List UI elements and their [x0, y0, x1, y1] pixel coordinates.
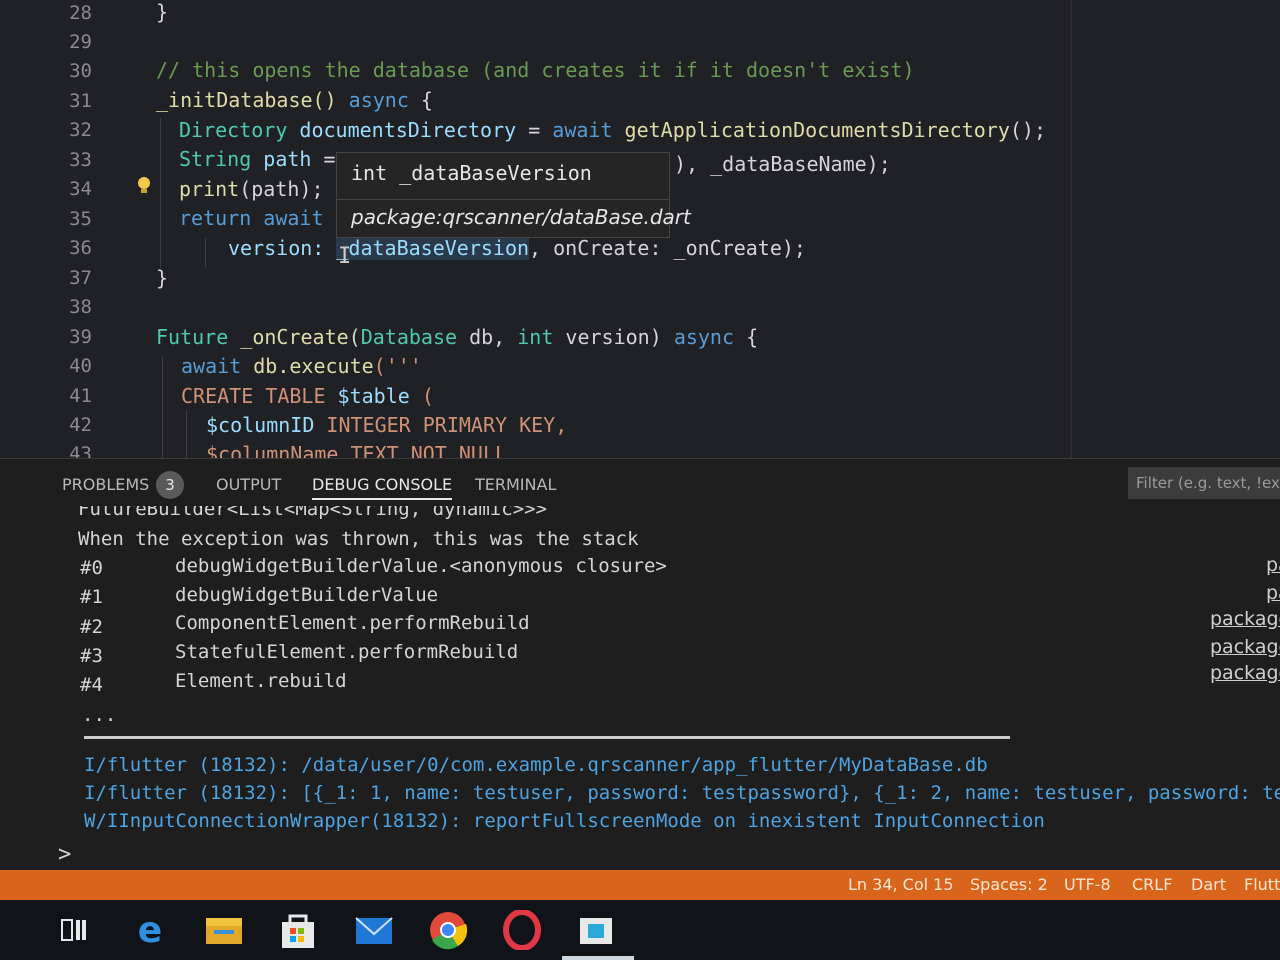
code-line-33-tail: ), _dataBaseName); — [674, 152, 891, 176]
indent-guide — [162, 356, 163, 458]
mail-icon[interactable] — [352, 910, 396, 950]
code-line-42: $columnID INTEGER PRIMARY KEY, — [206, 413, 568, 437]
indent-guide — [186, 410, 187, 458]
windows-taskbar: e — [0, 900, 1280, 960]
console-prompt[interactable]: > — [58, 842, 71, 867]
debug-console[interactable]: FutureBuilder<List<Map<String, dynamic>>… — [0, 506, 1280, 870]
minimap-edge — [1070, 0, 1072, 458]
hover-package: package:qrscanner/dataBase.dart — [351, 205, 691, 229]
code-line-43: $columnName TEXT NOT NULL — [206, 442, 508, 458]
code-line-32: Directory documentsDirectory = await get… — [179, 118, 1046, 142]
code-editor[interactable]: 28 29 30 31 32 33 34 35 36 37 38 39 40 4… — [0, 0, 1280, 458]
console-line: When the exception was thrown, this was … — [78, 528, 639, 550]
code-line-33: String path = — [179, 147, 336, 171]
stack-frame-link[interactable]: package — [1210, 662, 1280, 684]
task-view-icon[interactable] — [52, 910, 96, 950]
hover-tooltip: int _dataBaseVersion package:qrscanner/d… — [336, 152, 691, 238]
code-line-28: } — [156, 0, 169, 24]
problems-count-badge: 3 — [156, 471, 184, 499]
code-line-35: return await — [179, 206, 324, 230]
console-line: FutureBuilder<List<Map<String, dynamic>>… — [78, 506, 547, 520]
status-indentation[interactable]: Spaces: 2 — [970, 875, 1048, 894]
code-line-37: } — [156, 266, 169, 290]
stack-frame-link[interactable]: package — [1210, 608, 1280, 630]
console-separator — [84, 736, 1010, 739]
stack-frame-number: #0 — [80, 557, 103, 579]
stack-frame-link[interactable]: pa — [1266, 554, 1280, 576]
indent-guide — [205, 238, 206, 268]
console-filter-input[interactable]: Filter (e.g. text, !exclude) — [1128, 467, 1280, 499]
status-language[interactable]: Dart — [1191, 875, 1226, 894]
tab-problems[interactable]: PROBLEMS — [62, 475, 149, 494]
active-app-icon[interactable] — [574, 910, 618, 950]
text-cursor-icon: I — [338, 244, 352, 269]
console-log-line: I/flutter (18132): /data/user/0/com.exam… — [84, 754, 988, 776]
lightbulb-icon[interactable] — [136, 176, 152, 196]
code-line-40: await db.execute(''' — [181, 354, 422, 378]
tab-output[interactable]: OUTPUT — [216, 475, 281, 494]
stack-frame-number: #1 — [80, 586, 103, 608]
stack-frame-function: debugWidgetBuilderValue.<anonymous closu… — [175, 555, 667, 577]
console-log-line: W/IInputConnectionWrapper(18132): report… — [84, 810, 1045, 832]
status-flutter[interactable]: Flutte — [1244, 875, 1280, 894]
code-line-31: _initDatabase() async { — [156, 88, 433, 112]
code-line-41: CREATE TABLE $table ( — [181, 384, 434, 408]
panel-tab-bar: PROBLEMS 3 OUTPUT DEBUG CONSOLE TERMINAL… — [0, 458, 1280, 507]
code-line-30: // this opens the database (and creates … — [156, 58, 915, 82]
status-bar: Ln 34, Col 15 Spaces: 2 UTF-8 CRLF Dart … — [0, 870, 1280, 900]
stack-frame-number: #3 — [80, 645, 103, 667]
stack-frame-link[interactable]: pa — [1266, 582, 1280, 604]
stack-frame-function: debugWidgetBuilderValue — [175, 584, 439, 606]
status-eol[interactable]: CRLF — [1132, 875, 1172, 894]
stack-frame-function: Element.rebuild — [175, 670, 347, 692]
stack-frame-function: ComponentElement.performRebuild — [175, 612, 530, 634]
code-line-39: Future _onCreate(Database db, int versio… — [156, 325, 759, 349]
store-icon[interactable] — [276, 910, 320, 950]
code-line-36: version: _dataBaseVersion, onCreate: _on… — [228, 236, 806, 260]
active-app-indicator — [562, 956, 634, 960]
status-cursor-position[interactable]: Ln 34, Col 15 — [848, 875, 954, 894]
hover-signature: int _dataBaseVersion — [351, 161, 592, 185]
stack-frame-number: #2 — [80, 616, 103, 638]
svg-text:e: e — [138, 910, 162, 950]
file-explorer-icon[interactable] — [202, 910, 246, 950]
opera-icon[interactable] — [500, 910, 544, 950]
chrome-icon[interactable] — [426, 910, 470, 950]
stack-frame-function: StatefulElement.performRebuild — [175, 641, 519, 663]
tab-debug-console[interactable]: DEBUG CONSOLE — [312, 475, 453, 500]
edge-icon[interactable]: e — [128, 910, 172, 950]
stack-frame-number: #4 — [80, 674, 103, 696]
stack-ellipsis: ... — [82, 704, 117, 726]
console-log-line: I/flutter (18132): [{_1: 1, name: testus… — [84, 782, 1280, 804]
indent-guide — [160, 118, 161, 268]
hover-divider — [337, 199, 669, 200]
code-line-34: print(path); — [179, 177, 324, 201]
tab-terminal[interactable]: TERMINAL — [475, 475, 556, 494]
status-encoding[interactable]: UTF-8 — [1064, 875, 1111, 894]
stack-frame-link[interactable]: package — [1210, 636, 1280, 658]
